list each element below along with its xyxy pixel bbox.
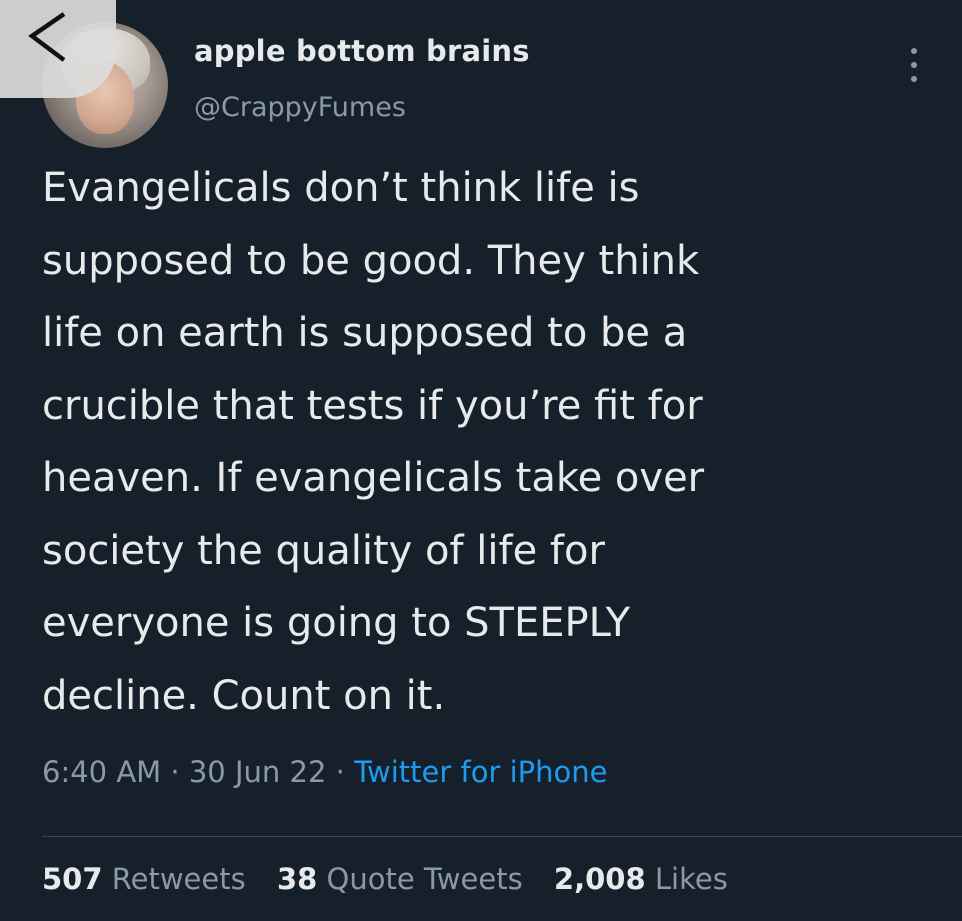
tweet-text-line: life on earth is supposed to be a — [42, 310, 688, 356]
more-vertical-icon[interactable] — [906, 42, 922, 88]
likes-label: Likes — [654, 862, 728, 896]
quote-tweets-count: 38 — [276, 862, 318, 896]
tweet-text-line: everyone is going to STEEPLY — [42, 600, 631, 646]
tweet-text-line: society the quality of life for — [42, 527, 605, 574]
retweets-stat[interactable]: 507 Retweets — [42, 862, 255, 896]
likes-count: 2,008 — [553, 862, 646, 896]
tweet-text-line: decline. Count on it. — [42, 672, 446, 719]
tweet-stats: 507 Retweets 38 Quote Tweets 2,008 Likes — [42, 862, 750, 896]
tweet-text-line: Evangelicals don’t think life is — [42, 165, 640, 211]
tweet-text-line: heaven. If evangelicals take over — [42, 455, 705, 501]
chevron-left-icon — [28, 12, 66, 62]
tweet-text-line: supposed to be good. They think — [42, 237, 700, 284]
meta-separator: · — [170, 755, 180, 789]
quote-tweets-stat[interactable]: 38 Quote Tweets — [277, 862, 532, 896]
quote-tweets-label: Quote Tweets — [326, 862, 523, 896]
tweet-time[interactable]: 6:40 AM — [42, 755, 161, 789]
tweet-meta: 6:40 AM · 30 Jun 22 · Twitter for iPhone — [42, 755, 607, 789]
retweets-label: Retweets — [111, 862, 246, 896]
back-button[interactable] — [0, 0, 116, 98]
tweet-date[interactable]: 30 Jun 22 — [189, 755, 327, 789]
meta-separator: · — [335, 755, 345, 789]
tweet-text-line: crucible that tests if you’re fit for — [42, 382, 703, 429]
divider — [42, 836, 962, 837]
likes-stat[interactable]: 2,008 Likes — [554, 862, 728, 896]
retweets-count: 507 — [42, 862, 103, 896]
author-display-name[interactable]: apple bottom brains — [194, 34, 530, 68]
author-handle[interactable]: @CrappyFumes — [194, 92, 406, 123]
tweet-text: Evangelicals don’t think life is suppose… — [42, 152, 942, 732]
tweet-source[interactable]: Twitter for iPhone — [354, 755, 607, 789]
